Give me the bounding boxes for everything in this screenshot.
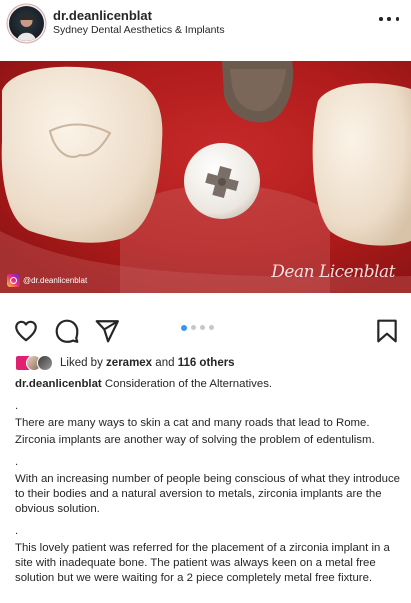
liker-avatar: [37, 355, 53, 371]
caption-paragraph: This lovely patient was referred for the…: [15, 542, 390, 584]
caption-paragraph: There are many ways to skin a cat and ma…: [15, 417, 370, 429]
photo-signature: Dean Licenblat: [271, 262, 395, 282]
carousel-dot-active: [181, 324, 187, 331]
post-caption: dr.deanlicenblat Consideration of the Al…: [15, 377, 400, 588]
liker-avatars: [15, 355, 53, 371]
likes-row[interactable]: Liked by zeramex and 116 others: [15, 353, 235, 373]
likes-connector: and: [155, 357, 175, 369]
caption-paragraph: Zirconia implants are another way of sol…: [15, 434, 375, 446]
more-horizontal-icon[interactable]: [379, 12, 399, 26]
caption-dot: .: [15, 456, 19, 468]
caption-paragraph: With an increasing number of people bein…: [15, 473, 400, 515]
post-username[interactable]: dr.deanlicenblat: [53, 8, 152, 23]
caption-dot: .: [15, 525, 19, 537]
share-icon[interactable]: [94, 318, 120, 344]
bookmark-icon[interactable]: [374, 318, 400, 344]
instagram-icon: [7, 274, 20, 287]
carousel-dot: [209, 325, 214, 330]
action-bar: [0, 314, 411, 348]
post-location[interactable]: Sydney Dental Aesthetics & Implants: [53, 24, 225, 36]
comment-icon[interactable]: [54, 318, 80, 344]
likes-prefix: Liked by: [60, 357, 103, 369]
caption-dot: .: [15, 400, 19, 412]
carousel-dot: [200, 325, 205, 330]
caption-author[interactable]: dr.deanlicenblat: [15, 378, 102, 390]
post-header: dr.deanlicenblat Sydney Dental Aesthetic…: [0, 0, 411, 46]
caption-title: Consideration of the Alternatives.: [104, 378, 273, 390]
profile-avatar[interactable]: [9, 6, 44, 41]
carousel-dot: [191, 325, 196, 330]
photo-handle: @dr.deanlicenblat: [7, 274, 87, 287]
heart-icon[interactable]: [13, 318, 39, 344]
likes-user[interactable]: zeramex: [106, 357, 152, 369]
post-image[interactable]: [0, 61, 411, 293]
carousel-indicator: [181, 324, 214, 331]
photo-handle-text: @dr.deanlicenblat: [23, 276, 88, 285]
likes-others[interactable]: 116 others: [178, 357, 235, 369]
